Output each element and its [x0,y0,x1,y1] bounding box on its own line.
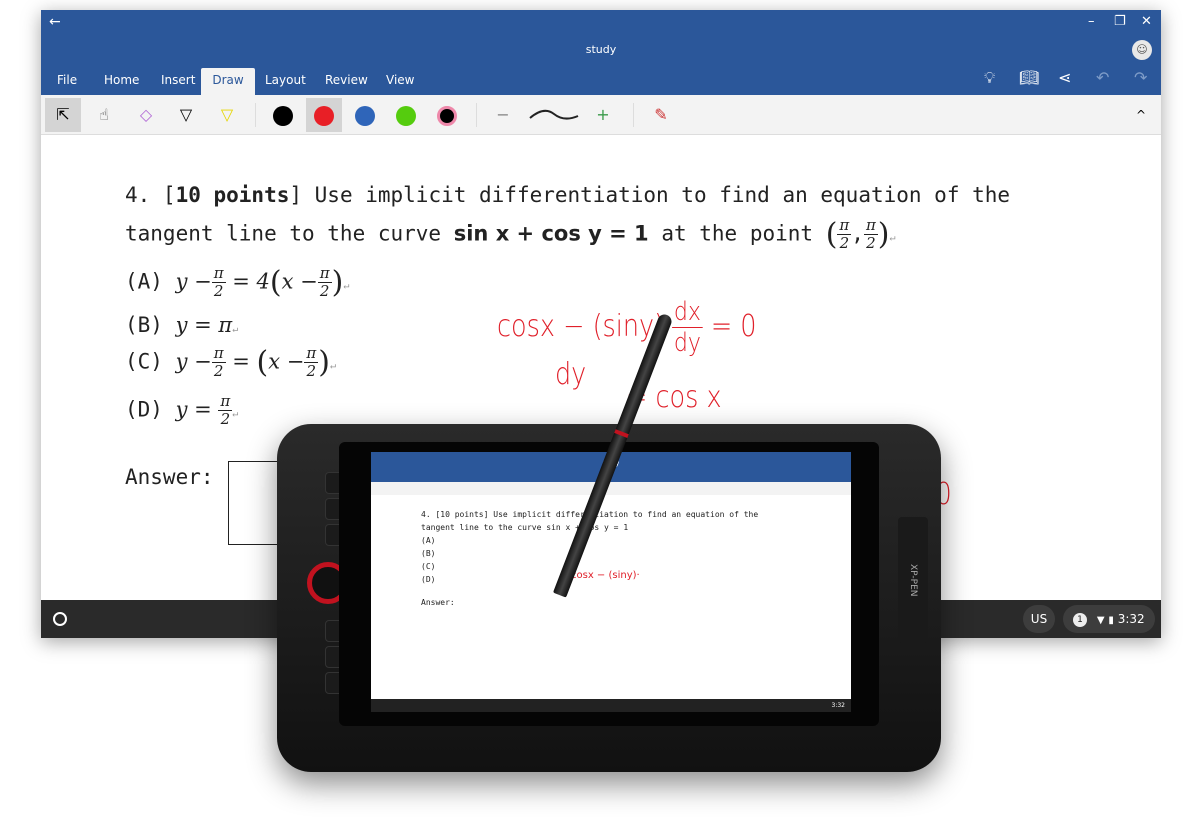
color-blue[interactable] [347,98,383,132]
tab-home[interactable]: Home [94,68,149,95]
avatar[interactable]: ☺ [1132,40,1152,60]
tab-layout[interactable]: Layout [255,68,316,95]
mirrored-screen: study 4. [10 points] Use implicit differ… [371,452,851,712]
back-button[interactable]: ← [49,14,61,30]
eraser-icon[interactable]: ◇ [128,98,164,132]
pen-icon[interactable]: ▽ [168,98,204,132]
color-green[interactable] [388,98,424,132]
option-c: (C) y − π 2 = (x − π 2)↵ [125,344,336,381]
ink-to-shape-icon[interactable]: ✎ [643,98,679,132]
option-a: (A) y − π 2 = 4(x − π 2)↵ [125,264,350,301]
close-button[interactable]: ✕ [1141,14,1152,29]
document-title: study [585,43,617,56]
ink-line-1: cosx − (siny)· dx dy = 0 [497,297,757,358]
highlighter-icon[interactable]: ▽ [209,98,245,132]
notification-count: 1 [1073,612,1087,627]
tab-file[interactable]: File [47,68,87,95]
restore-button[interactable]: ❐ [1114,14,1126,29]
color-black[interactable] [265,98,301,132]
touch-draw-icon[interactable]: ☝ [86,98,122,132]
thickness-plus-button[interactable]: + [585,98,621,132]
answer-label: Answer: [125,465,214,489]
title-bar: ← study – ❐ ✕ ☺ File Home Insert Draw La… [41,10,1161,95]
status-tray[interactable]: 1 ▼ ▮ 3:32 [1063,605,1155,633]
tab-draw[interactable]: Draw [201,68,255,95]
select-tool-icon[interactable]: ⇱ [45,98,81,132]
question-line-1: 4. [10 points] Use implicit differentiat… [125,183,1011,207]
ink-line-2: dy [555,357,587,392]
tab-insert[interactable]: Insert [151,68,205,95]
thickness-minus-button[interactable]: − [485,98,521,132]
book-icon[interactable]: 📖︎ [1019,68,1039,87]
stroke-preview-icon [526,98,582,132]
minimize-button[interactable]: – [1088,14,1095,29]
tablet-side-panel: XP-PEN [898,517,928,643]
option-b: (B) y = π↵ [125,313,239,337]
undo-icon[interactable]: ↶ [1096,68,1109,87]
color-red[interactable] [306,98,342,132]
tab-review[interactable]: Review [315,68,378,95]
input-method-button[interactable]: US [1023,605,1055,633]
launcher-button[interactable] [53,612,67,626]
redo-icon[interactable]: ↷ [1134,68,1147,87]
question-line-2: tangent line to the curve sin x + cos y … [125,216,896,253]
lightbulb-icon[interactable]: 💡︎ [984,68,995,88]
draw-toolbar: ⇱ ☝ ◇ ▽ ▽ − + ✎ ^ [41,95,1161,135]
share-icon[interactable]: ⋖ [1058,68,1071,87]
collapse-ribbon-button[interactable]: ^ [1123,98,1159,132]
color-picker-icon[interactable] [429,98,465,132]
battery-icon: ▮ [1108,615,1114,626]
option-d: (D) y = π 2 ↵ [125,392,239,428]
wifi-icon: ▼ [1096,615,1105,626]
clock: 3:32 [1117,612,1145,626]
tab-view[interactable]: View [376,68,424,95]
